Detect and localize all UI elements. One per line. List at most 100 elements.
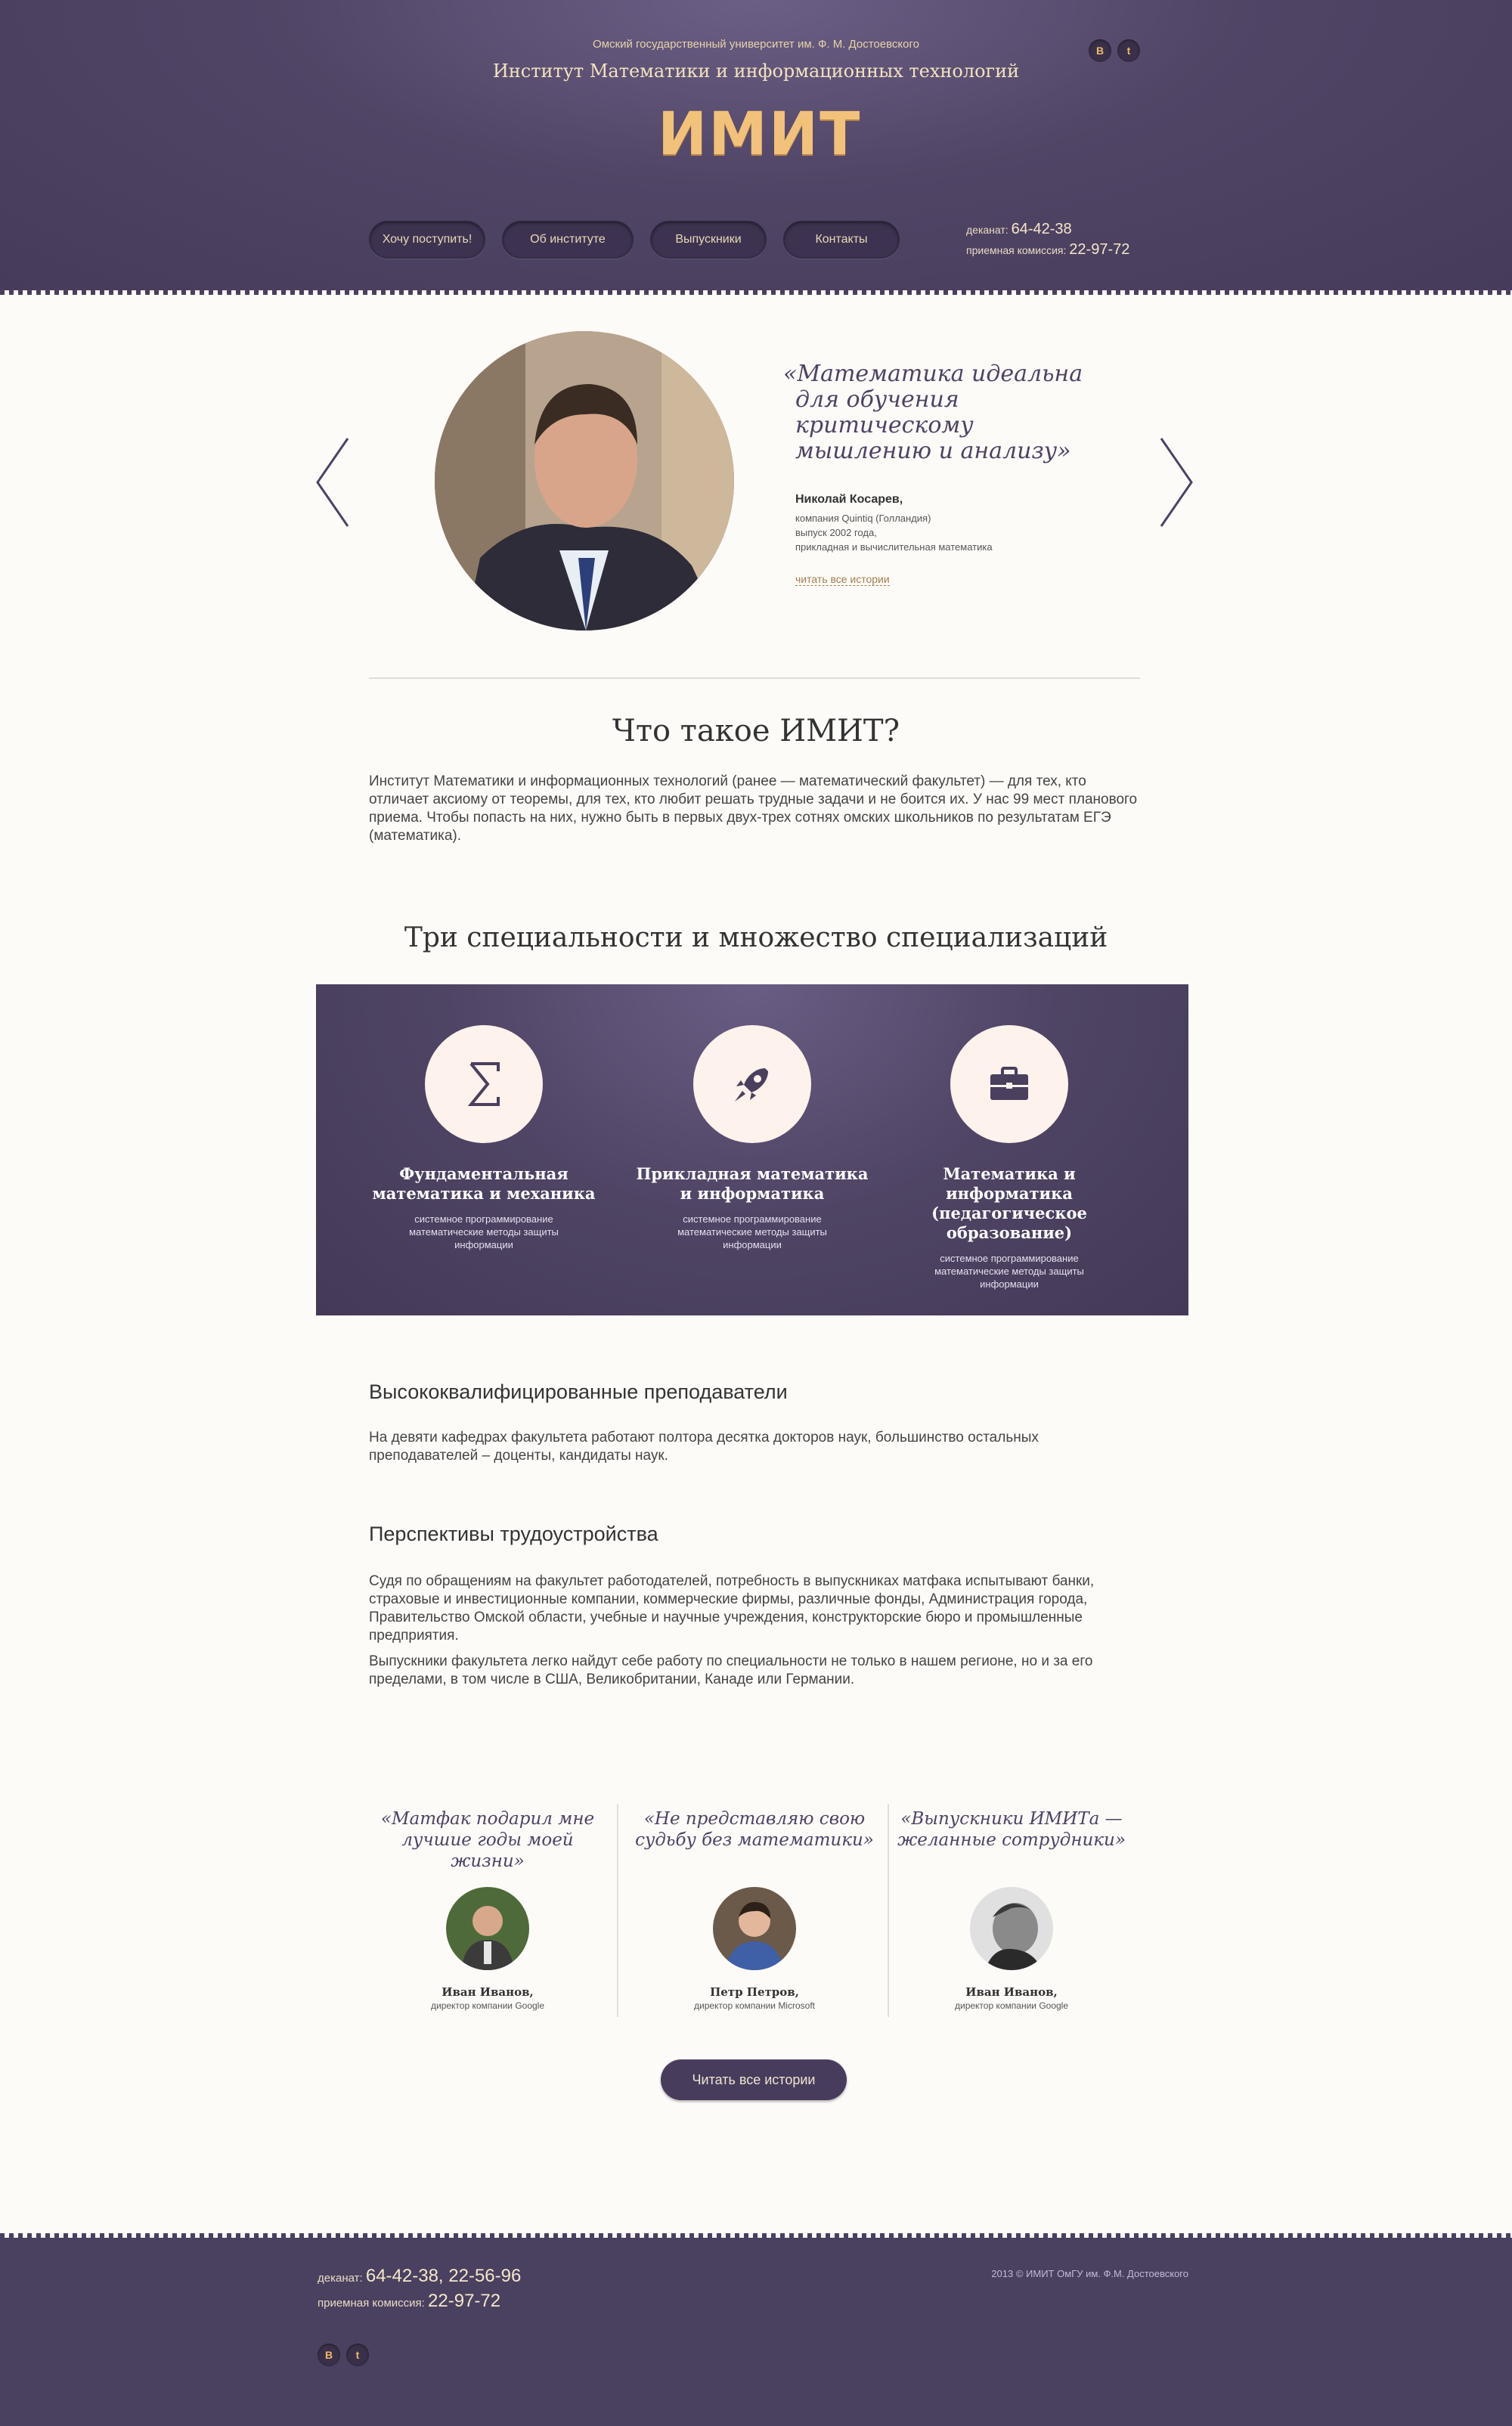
testimonial-quote: «Матфак подарил мне лучшие годы моей жиз… (363, 1808, 612, 1871)
testimonial-name: Иван Иванов, (442, 1985, 534, 1999)
testimonial-quote-line: «Не представляю свою (643, 1809, 866, 1829)
careers-title: Перспективы трудоустройства (369, 1523, 658, 1545)
specialty-line: информации (723, 1239, 782, 1250)
footer-dean-label: деканат: (318, 2272, 363, 2285)
dean-label: деканат: (966, 224, 1009, 236)
testimonial-role: директор компании Google (954, 2000, 1069, 2011)
testimonial-role: директор компании Microsoft (693, 2000, 815, 2011)
testimonial-quote-line: желанные сотрудники» (897, 1830, 1126, 1850)
slider-person-info: компания Quintiq (Голландия) выпуск 2002… (795, 511, 1067, 554)
slider-next-arrow-icon[interactable] (1160, 437, 1193, 528)
rocket-icon (693, 1025, 811, 1143)
specialty-line: математические методы защиты (409, 1226, 559, 1238)
specialty-title-line: (педагогическое образование) (931, 1204, 1087, 1242)
testimonial-card: «Выпускники ИМИТа — желанные сотрудники»… (887, 1808, 1136, 2011)
teachers-title: Высококвалифицированные преподаватели (369, 1380, 788, 1403)
testimonial-quote-line: судьбу без математики» (635, 1830, 874, 1850)
testimonial-quote-line: «Матфак подарил мне (380, 1809, 595, 1829)
institute-name: Институт Математики и информационных тех… (492, 60, 1020, 82)
specialty-title: Фундаментальная математика и механика (359, 1164, 609, 1204)
specialty-title-line: Математика и информатика (943, 1164, 1076, 1203)
footer-socials: B t (318, 2344, 369, 2366)
specialty-card[interactable]: Прикладная математика и информатика сист… (627, 1025, 877, 1251)
slider-company: компания Quintiq (Голландия) (795, 513, 931, 524)
slider-prev-arrow-icon[interactable] (316, 437, 349, 528)
slider-specialty: прикладная и вычислительная математика (795, 541, 993, 553)
footer-phones: деканат: 64-42-38, 22-56-96 приемная ком… (318, 2265, 521, 2315)
specialty-line: системное программирование (414, 1213, 553, 1225)
twitter-icon[interactable]: t (346, 2344, 369, 2366)
main-nav: Хочу поступить! Об институте Выпускники … (369, 221, 900, 259)
specialty-title: Математика и информатика (педагогическое… (885, 1164, 1134, 1243)
specialty-line: системное программирование (940, 1253, 1079, 1264)
specialty-title-line: и информатика (680, 1184, 825, 1203)
slider-quote-line: для обучения (795, 386, 959, 413)
specialty-title-line: Фундаментальная (399, 1164, 569, 1183)
copyright: 2013 © ИМИТ ОмГУ им. Ф.М. Достоевского (991, 2268, 1188, 2279)
specialties-title: Три специальности и множество специализа… (404, 922, 1108, 953)
avatar (713, 1887, 796, 1970)
testimonial-name: Петр Петров, (710, 1985, 799, 1999)
testimonial-quote: «Не представляю свою судьбу без математи… (630, 1808, 879, 1864)
testimonial-role: директор компании Google (430, 2000, 545, 2011)
university-name: Омский государственный университет им. Ф… (593, 38, 919, 51)
careers-text-2: Выпускники факультета легко найдут себе … (369, 1653, 1093, 1687)
specialty-title-line: Прикладная математика (636, 1164, 869, 1183)
avatar (446, 1887, 529, 1970)
read-all-stories-link[interactable]: читать все истории (795, 573, 890, 586)
testimonial-card: «Не представляю свою судьбу без математи… (630, 1808, 879, 2011)
avatar (970, 1887, 1053, 1970)
read-all-stories-button[interactable]: Читать все истории (661, 2059, 847, 2100)
logo[interactable]: ИМИТ (658, 104, 860, 165)
testimonial-name: Иван Иванов, (965, 1985, 1058, 1999)
specialty-description: системное программирование математически… (627, 1213, 877, 1251)
site-footer: деканат: 64-42-38, 22-56-96 приемная ком… (0, 2233, 1512, 2426)
teachers-text: На девяти кафедрах факультета работают п… (369, 1430, 1039, 1464)
about-title: Что такое ИМИТ? (612, 714, 900, 748)
briefcase-icon (950, 1025, 1068, 1143)
testimonial-quote-line: «Выпускники ИМИТа — (900, 1809, 1123, 1829)
footer-admission-phone: 22-97-72 (428, 2291, 501, 2311)
nav-contacts-button[interactable]: Контакты (783, 221, 900, 259)
specialties-band: Фундаментальная математика и механика си… (316, 984, 1188, 1315)
header-phones: деканат: 64-42-38 приемная комиссия: 22-… (966, 219, 1129, 260)
specialty-line: математические методы защиты (677, 1226, 827, 1238)
slider-graduation: выпуск 2002 года, (795, 527, 877, 538)
testimonial-card: «Матфак подарил мне лучшие годы моей жиз… (363, 1808, 612, 2011)
specialty-title: Прикладная математика и информатика (627, 1164, 877, 1204)
slider-quote-line: критическому (795, 412, 974, 438)
footer-admission-label: приемная комиссия: (318, 2297, 425, 2310)
specialty-card[interactable]: Математика и информатика (педагогическое… (885, 1025, 1134, 1290)
slider-person-name: Николай Косарев, (795, 493, 903, 506)
specialty-description: системное программирование математически… (885, 1252, 1134, 1290)
specialty-line: информации (454, 1239, 513, 1250)
twitter-icon[interactable]: t (1117, 39, 1140, 62)
nav-apply-button[interactable]: Хочу поступить! (369, 221, 485, 259)
vk-icon[interactable]: B (318, 2344, 340, 2366)
site-header: Омский государственный университет им. Ф… (0, 0, 1512, 295)
testimonial-divider (617, 1804, 618, 2017)
specialty-description: системное программирование математически… (359, 1213, 609, 1251)
nav-alumni-button[interactable]: Выпускники (650, 221, 767, 259)
testimonial-quote: «Выпускники ИМИТа — желанные сотрудники» (887, 1808, 1136, 1864)
header-socials: B t (1089, 39, 1140, 62)
about-text: Институт Математики и информационных тех… (369, 773, 1138, 844)
admission-phone: 22-97-72 (1069, 241, 1130, 258)
vk-icon[interactable]: B (1089, 39, 1111, 62)
slider-quote-line: мышлению и анализу» (795, 438, 1071, 464)
careers-text-1: Судя по обращениям на факультет работода… (369, 1573, 1095, 1644)
specialty-line: информации (980, 1278, 1039, 1290)
graduate-portrait (435, 331, 734, 631)
divider (369, 677, 1140, 679)
footer-dean-phones: 64-42-38, 22-56-96 (365, 2266, 522, 2286)
slider-quote: «Математика идеальна для обучения критич… (783, 361, 1101, 464)
specialty-title-line: математика и механика (372, 1184, 596, 1203)
admission-label: приемная комиссия: (966, 244, 1067, 256)
specialty-line: системное программирование (683, 1213, 822, 1225)
dean-phone: 64-42-38 (1011, 221, 1072, 237)
specialty-card[interactable]: Фундаментальная математика и механика си… (359, 1025, 609, 1251)
sigma-icon (425, 1025, 543, 1143)
nav-about-button[interactable]: Об институте (502, 221, 634, 259)
specialty-line: математические методы защиты (934, 1266, 1084, 1277)
slider-quote-line: «Математика идеальна (783, 361, 1083, 387)
